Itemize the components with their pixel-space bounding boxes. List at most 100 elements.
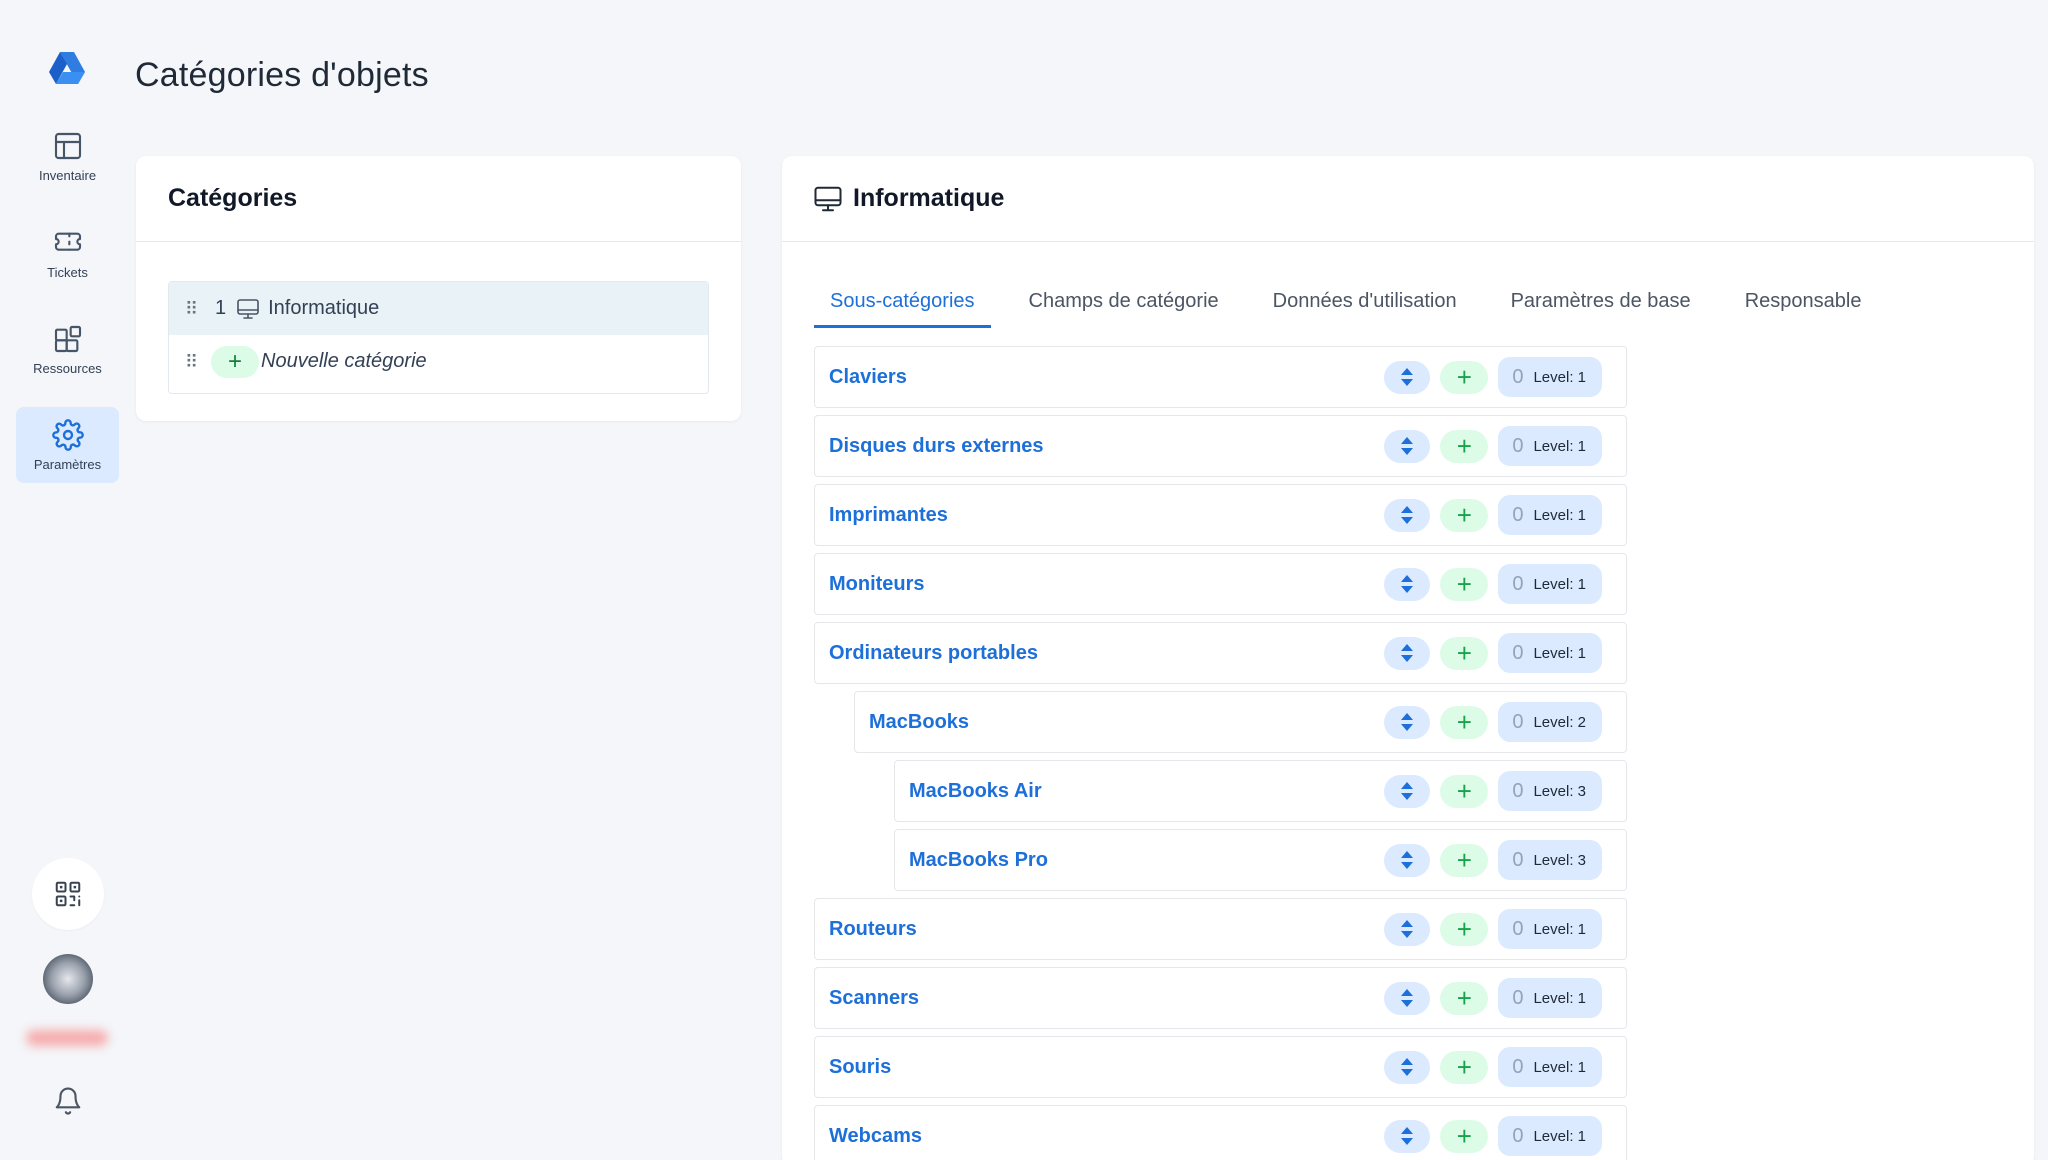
item-count: 0 [1512,572,1524,595]
subcategory-row[interactable]: Moniteurs + 0 Level: 1 [814,553,1627,615]
level-label: Level: 3 [1533,851,1586,869]
sidebar-item-tickets[interactable]: Tickets [16,215,119,291]
sort-arrows-icon [1401,575,1414,593]
subcategory-row[interactable]: Disques durs externes + 0 Level: 1 [814,415,1627,477]
subcategory-controls: + 0 Level: 3 [1384,771,1626,811]
category-number: 1 [215,297,227,319]
add-subcategory-button[interactable]: + [1440,636,1489,670]
sidebar-item-ressources[interactable]: Ressources [16,311,119,387]
sort-button[interactable] [1384,843,1431,877]
monitor-icon [237,298,259,319]
subcategory-name[interactable]: Scanners [815,987,1384,1010]
subcategory-row[interactable]: Imprimantes + 0 Level: 1 [814,484,1627,546]
drag-handle-icon[interactable]: ⠿ [185,353,207,371]
subcategory-controls: + 0 Level: 1 [1384,1047,1626,1087]
subcategory-row[interactable]: MacBooks Air + 0 Level: 3 [894,760,1627,822]
item-count: 0 [1512,1055,1524,1078]
subcategory-name[interactable]: Moniteurs [815,573,1384,596]
tab-donnees-utilisation[interactable]: Données d'utilisation [1257,274,1473,328]
item-count: 0 [1512,503,1524,526]
brand-logo-icon[interactable] [47,48,87,88]
sort-button[interactable] [1384,981,1431,1015]
subcategory-row[interactable]: Routeurs + 0 Level: 1 [814,898,1627,960]
sort-button[interactable] [1384,1050,1431,1084]
tab-responsable[interactable]: Responsable [1729,274,1878,328]
item-count: 0 [1512,779,1524,802]
item-count: 0 [1512,641,1524,664]
subcategory-row[interactable]: Scanners + 0 Level: 1 [814,967,1627,1029]
drag-handle-icon[interactable]: ⠿ [185,300,207,318]
sort-button[interactable] [1384,360,1431,394]
category-label: Informatique [268,297,380,319]
sort-button[interactable] [1384,705,1431,739]
subcategory-controls: + 0 Level: 1 [1384,426,1626,466]
add-subcategory-button[interactable]: + [1440,981,1489,1015]
tab-sous-categories[interactable]: Sous-catégories [814,274,991,328]
level-label: Level: 1 [1533,368,1586,386]
sort-button[interactable] [1384,498,1431,532]
add-subcategory-button[interactable]: + [1440,498,1489,532]
subcategory-name[interactable]: Webcams [815,1125,1384,1148]
level-badge: 0 Level: 1 [1498,426,1602,466]
tab-champs-de-categorie[interactable]: Champs de catégorie [1013,274,1235,328]
page-title: Catégories d'objets [135,56,429,94]
subcategory-name[interactable]: Routeurs [815,918,1384,941]
subcategory-controls: + 0 Level: 1 [1384,495,1626,535]
item-count: 0 [1512,710,1524,733]
sidebar-item-inventaire[interactable]: Inventaire [16,118,119,194]
add-category-button[interactable]: + [211,345,259,378]
avatar[interactable] [43,954,93,1004]
add-subcategory-button[interactable]: + [1440,1119,1489,1153]
subcategory-name[interactable]: Souris [815,1056,1384,1079]
category-detail-card: Informatique Sous-catégories Champs de c… [782,156,2034,1160]
subcategory-controls: + 0 Level: 1 [1384,909,1626,949]
subcategory-name[interactable]: MacBooks [855,711,1384,734]
sidebar-item-label: Paramètres [33,456,102,472]
level-label: Level: 1 [1533,1127,1586,1145]
sort-arrows-icon [1401,920,1414,938]
add-subcategory-button[interactable]: + [1440,912,1489,946]
subcategory-name[interactable]: Disques durs externes [815,435,1384,458]
subcategory-row[interactable]: MacBooks + 0 Level: 2 [854,691,1627,753]
subcategory-name[interactable]: Claviers [815,366,1384,389]
categories-card: Catégories ⠿ 1 Informatique ⠿ + Nouvelle… [136,156,741,421]
subcategory-name[interactable]: Ordinateurs portables [815,642,1384,665]
subcategory-row[interactable]: Souris + 0 Level: 1 [814,1036,1627,1098]
sort-button[interactable] [1384,1119,1431,1153]
sort-button[interactable] [1384,636,1431,670]
detail-card-title: Informatique [853,184,1005,212]
sort-button[interactable] [1384,567,1431,601]
item-count: 0 [1512,1124,1524,1147]
add-subcategory-button[interactable]: + [1440,1050,1489,1084]
sidebar-item-parametres[interactable]: Paramètres [16,407,119,483]
ticket-icon [54,232,81,251]
sort-arrows-icon [1401,437,1414,455]
level-label: Level: 1 [1533,1058,1586,1076]
new-category-row[interactable]: ⠿ + Nouvelle catégorie [169,335,708,388]
add-subcategory-button[interactable]: + [1440,774,1489,808]
sort-button[interactable] [1384,774,1431,808]
subcategory-row[interactable]: Ordinateurs portables + 0 Level: 1 [814,622,1627,684]
detail-card-header: Informatique [782,156,2034,242]
subcategory-row[interactable]: Claviers + 0 Level: 1 [814,346,1627,408]
subcategory-row[interactable]: MacBooks Pro + 0 Level: 3 [894,829,1627,891]
subcategory-name[interactable]: Imprimantes [815,504,1384,527]
level-label: Level: 3 [1533,782,1586,800]
subcategory-row[interactable]: Webcams + 0 Level: 1 [814,1105,1627,1160]
sort-button[interactable] [1384,912,1431,946]
add-subcategory-button[interactable]: + [1440,567,1489,601]
qr-code-button[interactable] [32,858,104,930]
level-label: Level: 1 [1533,506,1586,524]
add-subcategory-button[interactable]: + [1440,360,1489,394]
add-subcategory-button[interactable]: + [1440,843,1489,877]
sort-button[interactable] [1384,429,1431,463]
tab-parametres-de-base[interactable]: Paramètres de base [1495,274,1707,328]
add-subcategory-button[interactable]: + [1440,429,1489,463]
category-item-informatique[interactable]: ⠿ 1 Informatique [169,282,708,335]
subcategory-controls: + 0 Level: 2 [1384,702,1626,742]
bell-icon[interactable] [53,1086,83,1116]
item-count: 0 [1512,365,1524,388]
subcategory-name[interactable]: MacBooks Pro [895,849,1384,872]
add-subcategory-button[interactable]: + [1440,705,1489,739]
subcategory-name[interactable]: MacBooks Air [895,780,1384,803]
